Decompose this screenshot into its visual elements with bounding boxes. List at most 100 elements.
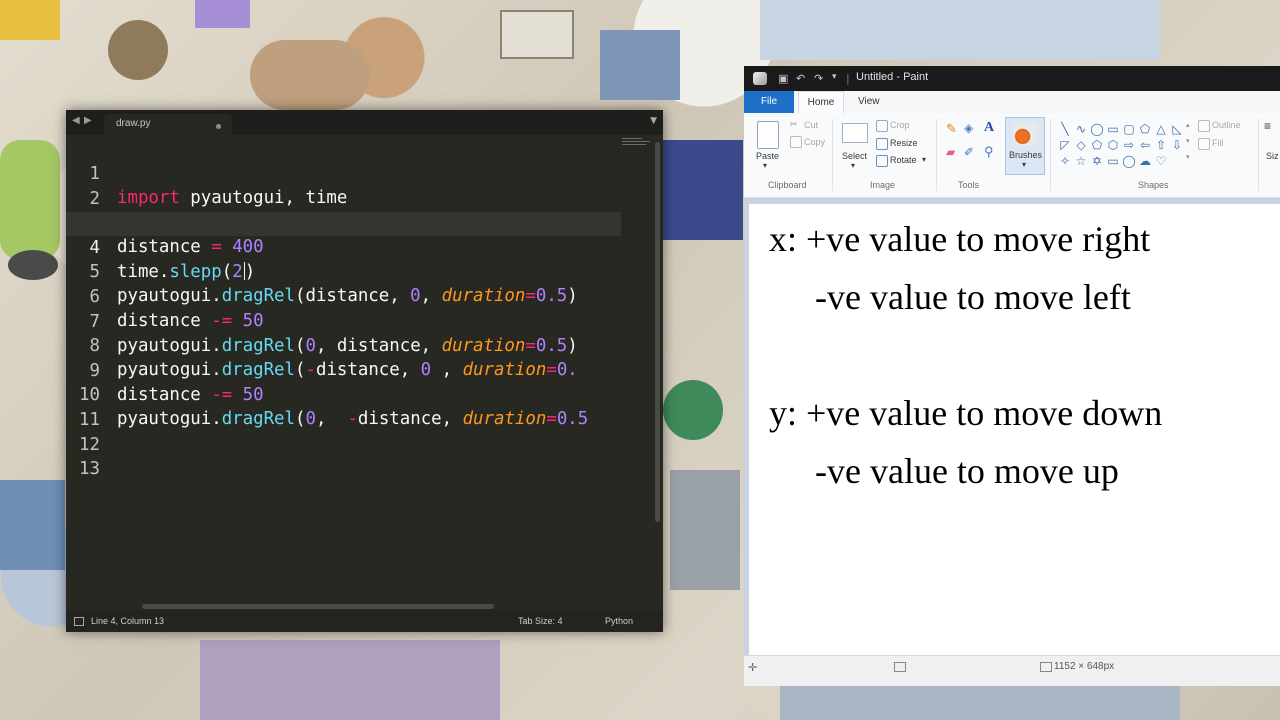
vertical-scrollbar[interactable] <box>655 142 660 522</box>
brush-icon <box>1013 122 1037 146</box>
code-line: 13 <box>66 433 621 479</box>
window-title: Untitled - Paint <box>856 71 929 83</box>
eraser-icon[interactable]: ▰ <box>946 145 955 159</box>
drawing-canvas[interactable]: x: +ve value to move right -ve value to … <box>749 204 1280 656</box>
code-line: 6 distance -= 50 <box>66 261 621 331</box>
shapes-scroll[interactable]: ▴ ▾ ▾ <box>1186 121 1192 171</box>
rotate-button[interactable]: Rotate <box>890 155 917 165</box>
four-point-star-shape-icon[interactable]: ✧ <box>1057 153 1073 169</box>
group-label-tools: Tools <box>958 180 980 190</box>
code-editor-window: ◀ ▶ draw.py ▼ 1 import pyautogui, time 2… <box>66 110 663 632</box>
tab-home[interactable]: Home <box>798 91 844 114</box>
rectangle-shape-icon[interactable]: ▭ <box>1105 121 1121 137</box>
cursor-position: Line 4, Column 13 <box>91 616 165 626</box>
chevron-down-icon[interactable]: ▾ <box>763 161 767 170</box>
canvas-text-line: x: +ve value to move right <box>769 219 1151 259</box>
tab-left-arrow-icon[interactable]: ◀ <box>72 115 80 126</box>
wallpaper-shape <box>670 470 740 590</box>
unsaved-dot-icon[interactable] <box>216 124 221 129</box>
panel-toggle-icon[interactable] <box>74 617 84 626</box>
customize-quick-access-icon[interactable]: ▾ <box>832 72 837 82</box>
paint-palette-icon[interactable] <box>753 72 767 85</box>
canvas-size-icon <box>1040 662 1052 672</box>
crop-icon <box>876 120 888 132</box>
pentagon-shape-icon[interactable]: ⬠ <box>1089 137 1105 153</box>
polygon-shape-icon[interactable]: ⬠ <box>1137 121 1153 137</box>
horizontal-scrollbar[interactable] <box>142 604 494 609</box>
fill-button[interactable]: Fill <box>1212 138 1224 148</box>
oval-shape-icon[interactable]: ◯ <box>1089 121 1105 137</box>
select-rectangle-icon[interactable] <box>842 123 868 143</box>
magnifier-icon[interactable]: ⚲ <box>984 144 994 160</box>
dropdown-triangle-icon[interactable]: ▼ <box>650 116 657 126</box>
rounded-rectangle-shape-icon[interactable]: ▢ <box>1121 121 1137 137</box>
group-divider <box>936 119 937 191</box>
hexagon-shape-icon[interactable]: ⬡ <box>1105 137 1121 153</box>
color-picker-icon[interactable]: ✐ <box>964 145 974 159</box>
outline-button[interactable]: Outline <box>1212 120 1241 130</box>
cut-button[interactable]: Cut <box>804 120 818 130</box>
tab-right-arrow-icon[interactable]: ▶ <box>84 115 92 126</box>
wallpaper-shape <box>500 10 574 59</box>
six-point-star-shape-icon[interactable]: ✡ <box>1089 153 1105 169</box>
group-label-image: Image <box>870 180 896 190</box>
redo-icon[interactable]: ↷ <box>814 72 823 85</box>
code-area[interactable]: 1 import pyautogui, time 2 3 distance = … <box>66 138 621 600</box>
code-line: 1 import pyautogui, time <box>66 138 621 208</box>
fill-bucket-icon[interactable]: ◈ <box>964 121 973 135</box>
down-arrow-shape-icon[interactable]: ⇩ <box>1169 137 1185 153</box>
tab-file[interactable]: File <box>744 91 794 113</box>
up-arrow-shape-icon[interactable]: ⇧ <box>1153 137 1169 153</box>
wallpaper-shape <box>780 686 1180 720</box>
minimap[interactable] <box>622 138 654 150</box>
select-button[interactable]: Select <box>842 151 867 161</box>
left-arrow-shape-icon[interactable]: ⇦ <box>1137 137 1153 153</box>
tab-size-selector[interactable]: Tab Size: 4 <box>518 616 563 626</box>
size-icon[interactable]: ≡ <box>1264 119 1271 133</box>
right-arrow-shape-icon[interactable]: ⇨ <box>1121 137 1137 153</box>
move-cursor-icon: ✛ <box>748 662 758 674</box>
diamond-shape-icon[interactable]: ◇ <box>1073 137 1089 153</box>
crop-button[interactable]: Crop <box>890 120 910 130</box>
size-button[interactable]: Siz <box>1266 151 1279 161</box>
oval-callout-shape-icon[interactable]: ◯ <box>1121 153 1137 169</box>
outline-icon <box>1198 120 1210 132</box>
five-point-star-shape-icon[interactable]: ☆ <box>1073 153 1089 169</box>
right-triangle-shape-icon[interactable]: ◺ <box>1169 121 1185 137</box>
wallpaper-shape <box>760 0 1160 60</box>
group-divider <box>832 119 833 191</box>
triangle-shape-icon[interactable]: △ <box>1153 121 1169 137</box>
paint-title-bar: ▣ ↶ ↷ ▾ | Untitled - Paint <box>744 66 1280 91</box>
heart-shape-icon[interactable]: ♡ <box>1153 153 1169 169</box>
chevron-down-icon[interactable]: ▾ <box>851 161 855 170</box>
save-icon[interactable]: ▣ <box>778 72 788 85</box>
tab-view[interactable]: View <box>858 91 880 113</box>
scissors-icon: ✂ <box>790 120 798 130</box>
brushes-button[interactable]: Brushes ▾ <box>1005 117 1045 175</box>
chevron-up-icon[interactable]: ▴ <box>1186 121 1190 129</box>
text-icon[interactable]: A <box>984 120 994 136</box>
chevron-down-icon[interactable]: ▾ <box>922 155 926 164</box>
syntax-selector[interactable]: Python <box>605 616 633 626</box>
clipboard-icon[interactable] <box>757 121 779 149</box>
wallpaper-shape <box>0 480 65 570</box>
line-shape-icon[interactable]: ╲ <box>1057 121 1073 137</box>
pencil-icon[interactable]: ✎ <box>946 121 957 137</box>
more-icon[interactable]: ▾ <box>1186 153 1190 161</box>
paste-button[interactable]: Paste <box>756 151 779 161</box>
tab-draw-py[interactable]: draw.py <box>104 114 232 135</box>
title-separator: | <box>846 72 850 85</box>
cloud-callout-shape-icon[interactable]: ☁ <box>1137 153 1153 169</box>
paint-window: ▣ ↶ ↷ ▾ | Untitled - Paint File Home Vie… <box>744 66 1280 686</box>
fill-icon <box>1198 138 1210 150</box>
resize-button[interactable]: Resize <box>890 138 918 148</box>
undo-icon[interactable]: ↶ <box>796 72 805 85</box>
curve-shape-icon[interactable]: ∿ <box>1073 121 1089 137</box>
chevron-down-icon[interactable]: ▾ <box>1186 137 1190 145</box>
right-triangle-shape-icon[interactable]: ◸ <box>1057 137 1073 153</box>
shapes-gallery: ╲ ∿ ◯ ▭ ▢ ⬠ △ ◺ ◸ ◇ ⬠ ⬡ ⇨ ⇦ ⇧ ⇩ ✧ ☆ ✡ ▭ … <box>1057 121 1185 169</box>
copy-button[interactable]: Copy <box>804 137 825 147</box>
callout-shape-icon[interactable]: ▭ <box>1105 153 1121 169</box>
canvas-text-line: -ve value to move left <box>815 277 1131 317</box>
code-line: 9 distance -= 50 <box>66 335 621 405</box>
